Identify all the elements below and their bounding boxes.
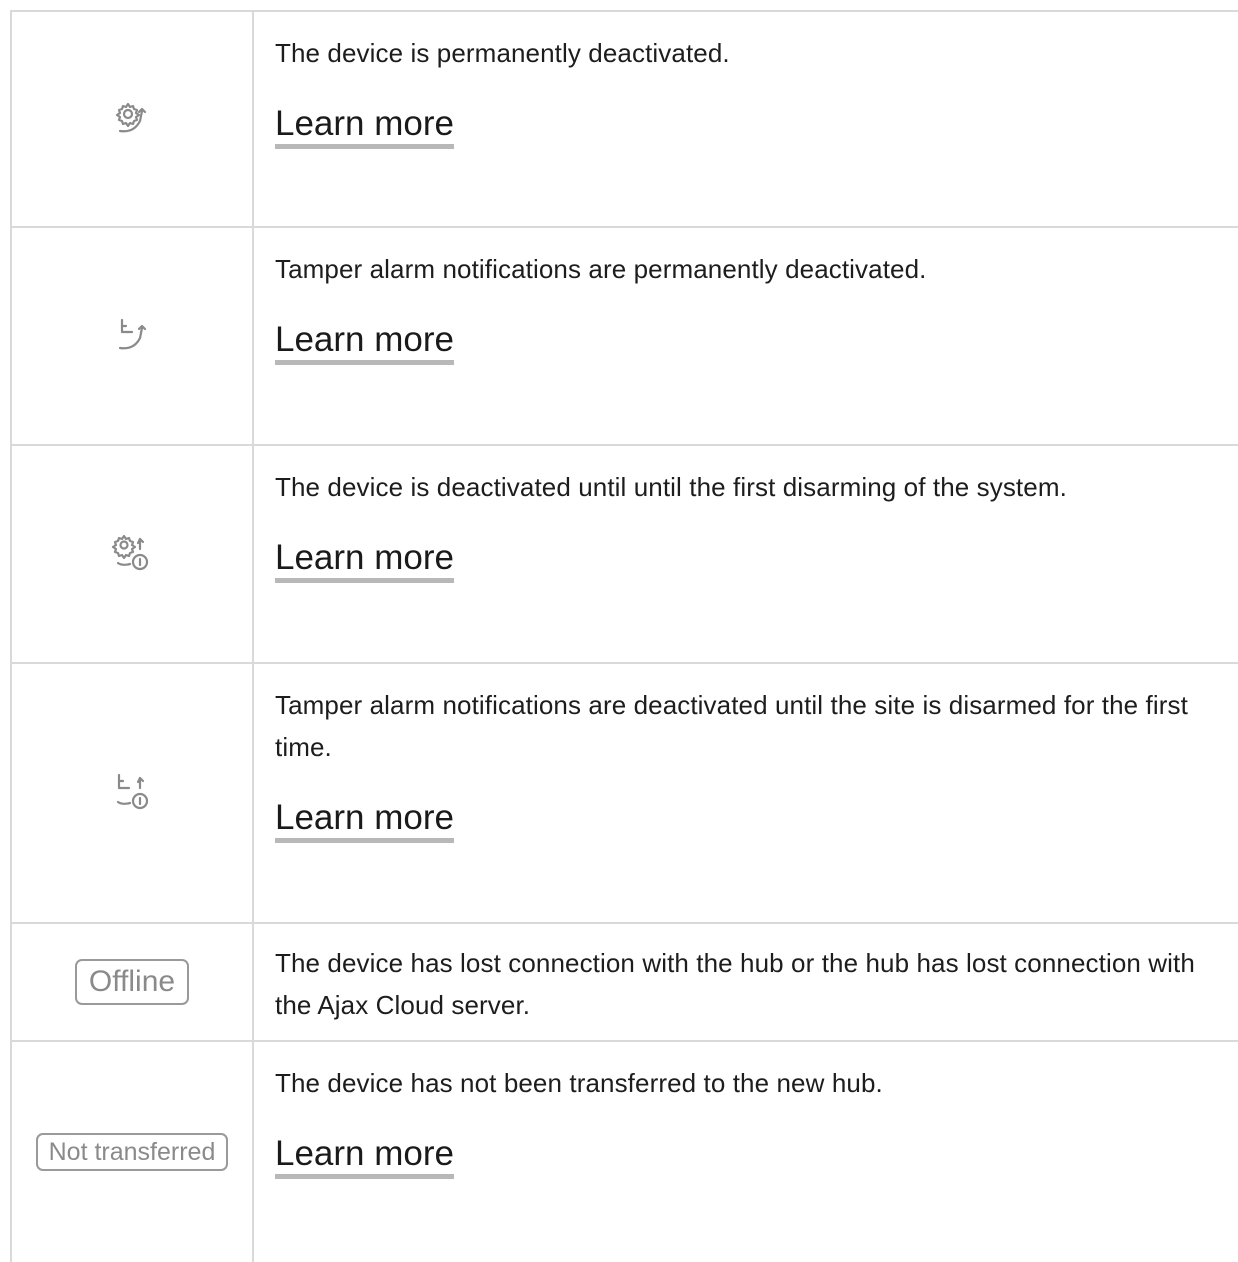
status-table: The device is permanently deactivated. L…	[10, 10, 1238, 1262]
tamper-arrow-once-icon	[109, 770, 155, 816]
offline-badge: Offline	[74, 959, 190, 1005]
table-row: Not transferred The device has not been …	[10, 1042, 1238, 1262]
description-cell: The device is permanently deactivated. L…	[254, 12, 1238, 226]
icon-cell: Not transferred	[10, 1042, 254, 1262]
learn-more-link[interactable]: Learn more	[275, 798, 454, 843]
learn-more-link[interactable]: Learn more	[275, 320, 454, 365]
icon-cell: Offline	[10, 924, 254, 1040]
description-text: The device is deactivated until until th…	[275, 472, 1067, 502]
description-text: Tamper alarm notifications are deactivat…	[275, 690, 1188, 762]
table-row: Offline The device has lost connection w…	[10, 924, 1238, 1042]
icon-cell	[10, 664, 254, 922]
gear-arrow-once-icon	[109, 531, 155, 577]
description-text: Tamper alarm notifications are permanent…	[275, 254, 927, 284]
description-cell: The device is deactivated until until th…	[254, 446, 1238, 662]
description-cell: Tamper alarm notifications are deactivat…	[254, 664, 1238, 922]
learn-more-link[interactable]: Learn more	[275, 104, 454, 149]
description-text: The device is permanently deactivated.	[275, 38, 730, 68]
description-text: The device has lost connection with the …	[275, 948, 1195, 1020]
icon-cell	[10, 228, 254, 444]
table-row: Tamper alarm notifications are deactivat…	[10, 664, 1238, 924]
learn-more-link[interactable]: Learn more	[275, 1134, 454, 1179]
gear-arrow-icon	[110, 97, 154, 141]
table-row: The device is deactivated until until th…	[10, 446, 1238, 664]
tamper-arrow-icon	[110, 314, 154, 358]
table-row: The device is permanently deactivated. L…	[10, 12, 1238, 228]
not-transferred-badge: Not transferred	[35, 1133, 229, 1171]
description-text: The device has not been transferred to t…	[275, 1068, 883, 1098]
description-cell: The device has lost connection with the …	[254, 924, 1238, 1040]
description-cell: Tamper alarm notifications are permanent…	[254, 228, 1238, 444]
icon-cell	[10, 12, 254, 226]
description-cell: The device has not been transferred to t…	[254, 1042, 1238, 1262]
icon-cell	[10, 446, 254, 662]
learn-more-link[interactable]: Learn more	[275, 538, 454, 583]
table-row: Tamper alarm notifications are permanent…	[10, 228, 1238, 446]
